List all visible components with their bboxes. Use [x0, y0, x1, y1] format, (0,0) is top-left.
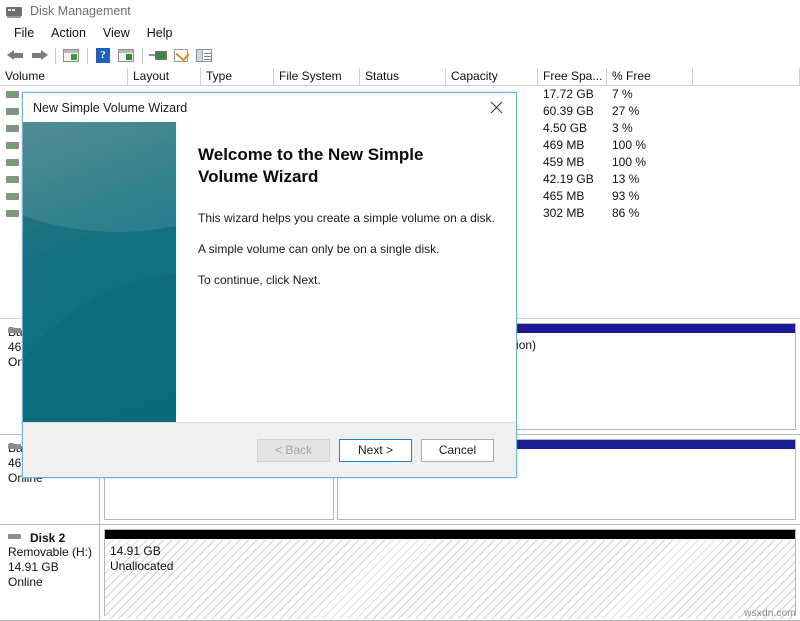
- window-title: Disk Management: [30, 4, 131, 18]
- disk-row[interactable]: Disk 2 Removable (H:) 14.91 GB Online 14.91 …: [0, 525, 800, 621]
- rescan-disks-icon: [149, 51, 167, 60]
- volume-list-header: Volume Layout Type File System Status Capacit…: [0, 68, 800, 86]
- disk-icon: [8, 534, 21, 539]
- volume-icon: [6, 210, 19, 217]
- volume-icon: [6, 91, 19, 98]
- wizard-body: Welcome to the New Simple Volume Wizard …: [23, 122, 516, 444]
- disk-icon: [8, 444, 21, 449]
- cell-percent-free: 27 %: [612, 104, 640, 118]
- partition-unallocated[interactable]: 14.91 GB Unallocated: [104, 529, 796, 619]
- partition-body: 14.91 GB Unallocated: [105, 540, 795, 619]
- disk-status-line: Online: [8, 575, 43, 589]
- forward-button[interactable]: [28, 45, 50, 66]
- menu-item-view[interactable]: View: [95, 25, 139, 41]
- back-button[interactable]: < Back: [257, 438, 330, 462]
- wizard-footer: < Back Next > Cancel: [23, 422, 516, 477]
- column-header-status[interactable]: Status: [360, 68, 446, 85]
- cell-free-space: 459 MB: [543, 155, 585, 169]
- cell-free-space: 465 MB: [543, 189, 585, 203]
- column-header--free[interactable]: % Free: [607, 68, 693, 85]
- volume-icon: [6, 142, 19, 149]
- wizard-heading: Welcome to the New Simple Volume Wizard: [198, 145, 424, 186]
- cell-percent-free: 100 %: [612, 138, 647, 152]
- wizard-banner-image: [23, 122, 176, 444]
- cell-percent-free: 7 %: [612, 87, 633, 101]
- column-header-volume[interactable]: Volume: [0, 68, 128, 85]
- details-view-icon: [196, 49, 212, 62]
- details-view-button[interactable]: [193, 45, 215, 66]
- help-question-icon: ?: [96, 48, 110, 63]
- help-button[interactable]: ?: [92, 45, 114, 66]
- disk-info[interactable]: Disk 2 Removable (H:) 14.91 GB Online: [0, 525, 100, 620]
- column-header-file-system[interactable]: File System: [274, 68, 360, 85]
- disk-size-line: 14.91 GB: [8, 560, 59, 574]
- partition-status-label: Unallocated: [110, 559, 174, 573]
- new-simple-volume-wizard-dialog: New Simple Volume Wizard Welcome to the …: [22, 92, 517, 478]
- toolbar-separator: [142, 47, 143, 64]
- cell-free-space: 469 MB: [543, 138, 585, 152]
- cell-percent-free: 13 %: [612, 172, 640, 186]
- toolbar: ?: [0, 43, 800, 68]
- volume-icon: [6, 108, 19, 115]
- menu-bar: File Action View Help: [0, 22, 800, 43]
- column-header-layout[interactable]: Layout: [128, 68, 201, 85]
- volume-icon: [6, 125, 19, 132]
- cell-free-space: 42.19 GB: [543, 172, 594, 186]
- menu-item-action[interactable]: Action: [43, 25, 95, 41]
- wizard-paragraph-2: A simple volume can only be on a single …: [198, 242, 440, 256]
- column-header-free-spa[interactable]: Free Spa...: [538, 68, 607, 85]
- wizard-content: Welcome to the New Simple Volume Wizard …: [176, 122, 516, 444]
- cell-free-space: 4.50 GB: [543, 121, 588, 135]
- volume-icon: [6, 193, 19, 200]
- column-header-blank[interactable]: [693, 68, 800, 85]
- column-header-type[interactable]: Type: [201, 68, 274, 85]
- action-pane-icon: [118, 49, 134, 62]
- next-button[interactable]: Next >: [339, 438, 412, 462]
- close-button[interactable]: [476, 93, 516, 122]
- console-tree-icon: [63, 49, 79, 62]
- cell-percent-free: 100 %: [612, 155, 647, 169]
- volume-icon: [6, 159, 19, 166]
- menu-item-help[interactable]: Help: [139, 25, 182, 41]
- properties-check-icon: [174, 47, 190, 62]
- partition-color-bar: [105, 530, 795, 540]
- cell-percent-free: 86 %: [612, 206, 640, 220]
- toolbar-separator: [87, 47, 88, 64]
- volume-icon: [6, 176, 19, 183]
- window-title-bar: Disk Management: [0, 0, 800, 22]
- partition-size-label: 14.91 GB: [110, 544, 161, 558]
- show-hide-action-pane-button[interactable]: [115, 45, 137, 66]
- menu-item-file[interactable]: File: [6, 25, 43, 41]
- watermark: wsxdn.com: [744, 608, 796, 619]
- properties-button[interactable]: [170, 45, 192, 66]
- wizard-paragraph-3: To continue, click Next.: [198, 273, 321, 287]
- cell-free-space: 17.72 GB: [543, 87, 594, 101]
- disk-partitions: 14.91 GB Unallocated: [100, 525, 800, 620]
- column-header-capacity[interactable]: Capacity: [446, 68, 538, 85]
- back-button[interactable]: [5, 45, 27, 66]
- cell-percent-free: 3 %: [612, 121, 633, 135]
- cancel-button[interactable]: Cancel: [421, 438, 494, 462]
- disk-icon: [8, 328, 21, 333]
- rescan-disks-button[interactable]: [147, 45, 169, 66]
- wizard-title-bar: New Simple Volume Wizard: [23, 93, 516, 122]
- toolbar-separator: [55, 47, 56, 64]
- disk-type-line: Removable (H:): [8, 545, 93, 559]
- close-x-icon: [490, 101, 502, 114]
- cell-free-space: 60.39 GB: [543, 104, 594, 118]
- wizard-paragraph-1: This wizard helps you create a simple vo…: [198, 211, 495, 225]
- arrow-left-icon: [7, 50, 25, 61]
- cell-percent-free: 93 %: [612, 189, 640, 203]
- show-hide-console-tree-button[interactable]: [60, 45, 82, 66]
- arrow-right-icon: [30, 50, 48, 61]
- disk-name: Disk 2: [30, 531, 66, 545]
- wizard-title: New Simple Volume Wizard: [33, 100, 188, 115]
- disk-management-icon: [6, 4, 22, 18]
- cell-free-space: 302 MB: [543, 206, 585, 220]
